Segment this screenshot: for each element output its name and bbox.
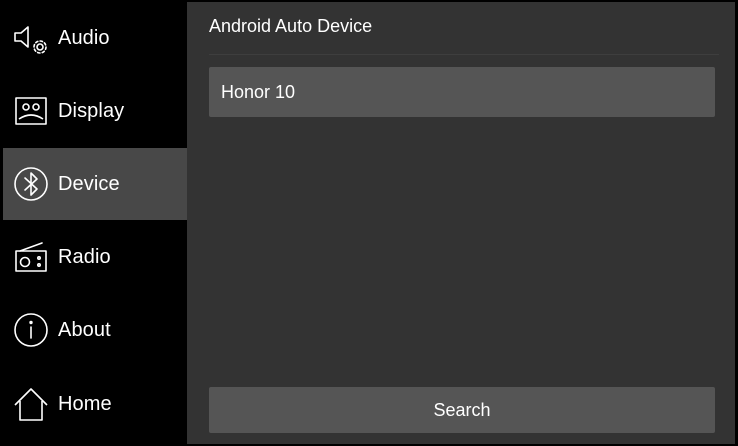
sidebar-item-device[interactable]: Device xyxy=(3,148,187,220)
device-panel: Android Auto Device Honor 10 Search xyxy=(187,2,735,444)
audio-settings-icon xyxy=(11,18,51,58)
sidebar: Audio Display Device Radio About Home xyxy=(3,2,187,444)
device-list-item[interactable]: Honor 10 xyxy=(209,67,715,117)
device-name: Honor 10 xyxy=(221,81,296,102)
sidebar-item-audio[interactable]: Audio xyxy=(3,2,187,74)
sidebar-item-label: Display xyxy=(58,99,125,122)
page-title: Android Auto Device xyxy=(209,16,373,36)
sidebar-item-display[interactable]: Display xyxy=(3,75,187,147)
sidebar-item-label: Device xyxy=(58,172,120,195)
sidebar-item-radio[interactable]: Radio xyxy=(3,221,187,293)
search-button[interactable]: Search xyxy=(209,387,715,433)
sidebar-item-label: Audio xyxy=(58,26,110,49)
bluetooth-icon xyxy=(11,164,51,204)
device-list: Honor 10 xyxy=(209,67,715,117)
sidebar-item-label: Home xyxy=(58,392,112,415)
sidebar-item-label: Radio xyxy=(58,245,111,268)
app-window: Audio Display Device Radio About Home An… xyxy=(0,0,738,446)
display-icon xyxy=(11,91,51,131)
sidebar-item-home[interactable]: Home xyxy=(3,368,187,440)
sidebar-item-label: About xyxy=(58,318,111,341)
home-icon xyxy=(11,384,51,424)
info-icon xyxy=(11,310,51,350)
title-divider xyxy=(209,54,719,55)
sidebar-item-about[interactable]: About xyxy=(3,294,187,366)
radio-icon xyxy=(11,237,51,277)
